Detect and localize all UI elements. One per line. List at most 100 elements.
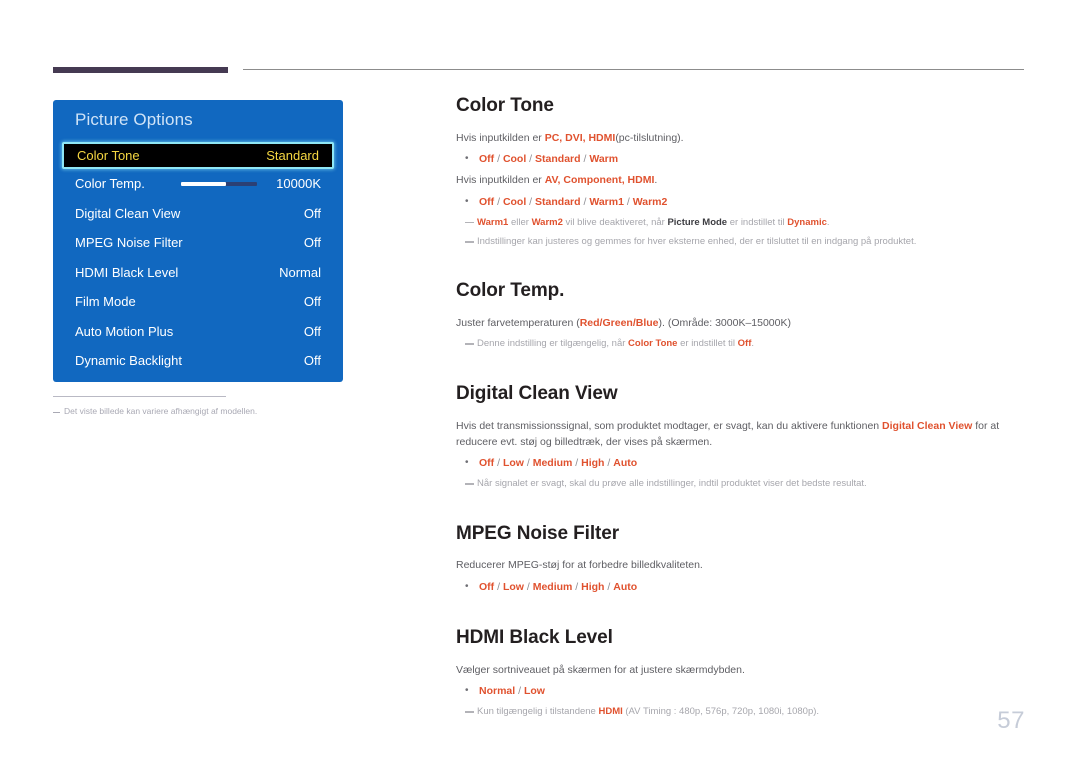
osd-row-dynamic-backlight[interactable]: Dynamic Backlight Off <box>53 346 343 376</box>
osd-row-value: Normal <box>279 264 321 280</box>
documentation-body: Color Tone Hvis inputkilden er PC, DVI, … <box>456 95 1026 724</box>
osd-row-mpeg-noise-filter[interactable]: MPEG Noise Filter Off <box>53 228 343 258</box>
option-separator: / <box>523 457 533 470</box>
option-separator: / <box>623 195 633 208</box>
text-accent-rgb: Red/Green/Blue <box>579 317 659 330</box>
text-accent: Color Tone <box>628 338 678 350</box>
heading-color-tone: Color Tone <box>456 95 554 116</box>
text-run: ). (Område: 3000K–15000K) <box>658 317 792 330</box>
osd-row-color-temp[interactable]: Color Temp. 10000K <box>53 169 343 199</box>
bullet-dot-icon: • <box>465 580 469 592</box>
osd-row-value: Off <box>303 205 321 221</box>
text-accent: Warm1 <box>477 216 509 228</box>
option-term: High <box>581 580 605 593</box>
option-separator: / <box>494 153 503 166</box>
option-separator: / <box>494 457 503 470</box>
option-term: Cool <box>502 153 527 166</box>
osd-row-digital-clean-view[interactable]: Digital Clean View Off <box>53 199 343 229</box>
osd-footnote-text: Det viste billede kan variere afhængigt … <box>64 406 258 416</box>
text-run: . <box>654 174 658 187</box>
osd-row-label: Digital Clean View <box>75 205 181 221</box>
option-term: Standard <box>535 153 581 166</box>
option-term: Cool <box>502 195 527 208</box>
paragraph-color-tone-av: Hvis inputkilden er AV, Component, HDMI. <box>456 172 1026 188</box>
option-term: Off <box>479 153 495 166</box>
text-run: . <box>826 216 830 228</box>
osd-row-auto-motion-plus[interactable]: Auto Motion Plus Off <box>53 317 343 347</box>
dash-icon <box>53 412 60 413</box>
option-term: Medium <box>532 457 573 470</box>
option-separator: / <box>604 457 614 470</box>
note-hdmi-black-level: Kun tilgængelig i tilstandene HDMI (AV T… <box>456 704 1026 719</box>
page-number: 57 <box>997 707 1025 734</box>
text-bold: Picture Mode <box>667 216 728 228</box>
option-term: Warm <box>589 153 619 166</box>
note-color-temp: Denne indstilling er tilgængelig, når Co… <box>456 336 1026 351</box>
text-run: Hvis det transmissionssignal, som produk… <box>456 419 883 432</box>
options-color-tone-pc: Off / Cool / Standard / Warm <box>479 151 618 167</box>
text-run: Kun tilgængelig i tilstandene <box>477 706 599 718</box>
text-accent: HDMI <box>598 706 623 718</box>
text-accent-sources-av: AV, Component, HDMI <box>544 174 655 187</box>
heading-hdmi-black-level: HDMI Black Level <box>456 626 613 648</box>
note-text: Denne indstilling er tilgængelig, når Co… <box>477 336 754 351</box>
option-term: Low <box>523 685 545 698</box>
osd-row-label: Auto Motion Plus <box>75 323 174 339</box>
option-separator: / <box>604 580 614 593</box>
option-separator: / <box>523 580 533 593</box>
page-header-rules <box>0 0 1080 80</box>
osd-slider[interactable] <box>180 181 257 186</box>
option-separator: / <box>580 153 590 166</box>
text-accent-sources-pc: PC, DVI, HDMI <box>544 131 616 144</box>
osd-menu-list: Color Tone Standard Color Temp. 10000K Digit… <box>53 142 343 376</box>
option-separator: / <box>580 195 590 208</box>
osd-row-hdmi-black-level[interactable]: HDMI Black Level Normal <box>53 258 343 288</box>
section-mpeg-noise-filter: MPEG Noise Filter Reducerer MPEG-støj fo… <box>456 523 1026 595</box>
dash-icon <box>465 221 474 224</box>
osd-footnote-rule <box>53 396 226 397</box>
note-color-tone-warm: Warm1 eller Warm2 vil blive deaktiveret,… <box>456 215 1026 230</box>
text-run: Hvis inputkilden er <box>456 131 545 144</box>
section-digital-clean-view: Digital Clean View Hvis det transmission… <box>456 383 1026 492</box>
osd-row-color-tone[interactable]: Color Tone Standard <box>62 142 334 169</box>
bullet-color-tone-av-options: • Off / Cool / Standard / Warm1 / Warm2 <box>456 194 1026 210</box>
option-term: Medium <box>532 580 573 593</box>
option-separator: / <box>494 195 503 208</box>
osd-row-label: Dynamic Backlight <box>75 353 182 369</box>
text-run: . <box>751 338 755 350</box>
option-separator: / <box>526 195 536 208</box>
dash-icon <box>465 241 474 243</box>
bullet-dot-icon: • <box>465 195 469 207</box>
note-color-tone-external: Indstillinger kan justeres og gemmes for… <box>456 234 1026 249</box>
option-separator: / <box>494 580 503 593</box>
option-term: Low <box>502 580 524 593</box>
text-run: eller <box>508 216 532 228</box>
option-term: Off <box>479 580 495 593</box>
options-digital-clean-view: Off / Low / Medium / High / Auto <box>479 455 637 471</box>
options-hdmi-black-level: Normal / Low <box>479 683 545 699</box>
bullet-mpeg-noise-filter-options: • Off / Low / Medium / High / Auto <box>456 579 1026 595</box>
osd-footnote: Det viste billede kan variere afhængigt … <box>53 396 353 417</box>
dash-icon <box>465 343 474 345</box>
paragraph-digital-clean-view: Hvis det transmissionssignal, som produk… <box>456 418 1026 451</box>
header-accent-bar <box>53 67 228 73</box>
option-term: Off <box>479 195 495 208</box>
text-run: Hvis inputkilden er <box>456 174 545 187</box>
osd-row-value: Off <box>303 294 321 310</box>
option-term: Auto <box>613 580 638 593</box>
osd-row-film-mode[interactable]: Film Mode Off <box>53 287 343 317</box>
note-text: Warm1 eller Warm2 vil blive deaktiveret,… <box>477 215 830 230</box>
text-accent: Dynamic <box>787 216 827 228</box>
text-run: (pc-tilslutning). <box>615 131 684 144</box>
option-term: Off <box>479 457 495 470</box>
note-text: Når signalet er svagt, skal du prøve all… <box>477 478 867 490</box>
option-term: Low <box>502 457 524 470</box>
bullet-dot-icon: • <box>465 685 469 697</box>
option-separator: / <box>572 457 582 470</box>
bullet-digital-clean-view-options: • Off / Low / Medium / High / Auto <box>456 455 1026 471</box>
option-term: Auto <box>613 457 638 470</box>
osd-panel-title: Picture Options <box>75 110 193 129</box>
option-separator: / <box>515 685 524 698</box>
option-separator: / <box>526 153 536 166</box>
